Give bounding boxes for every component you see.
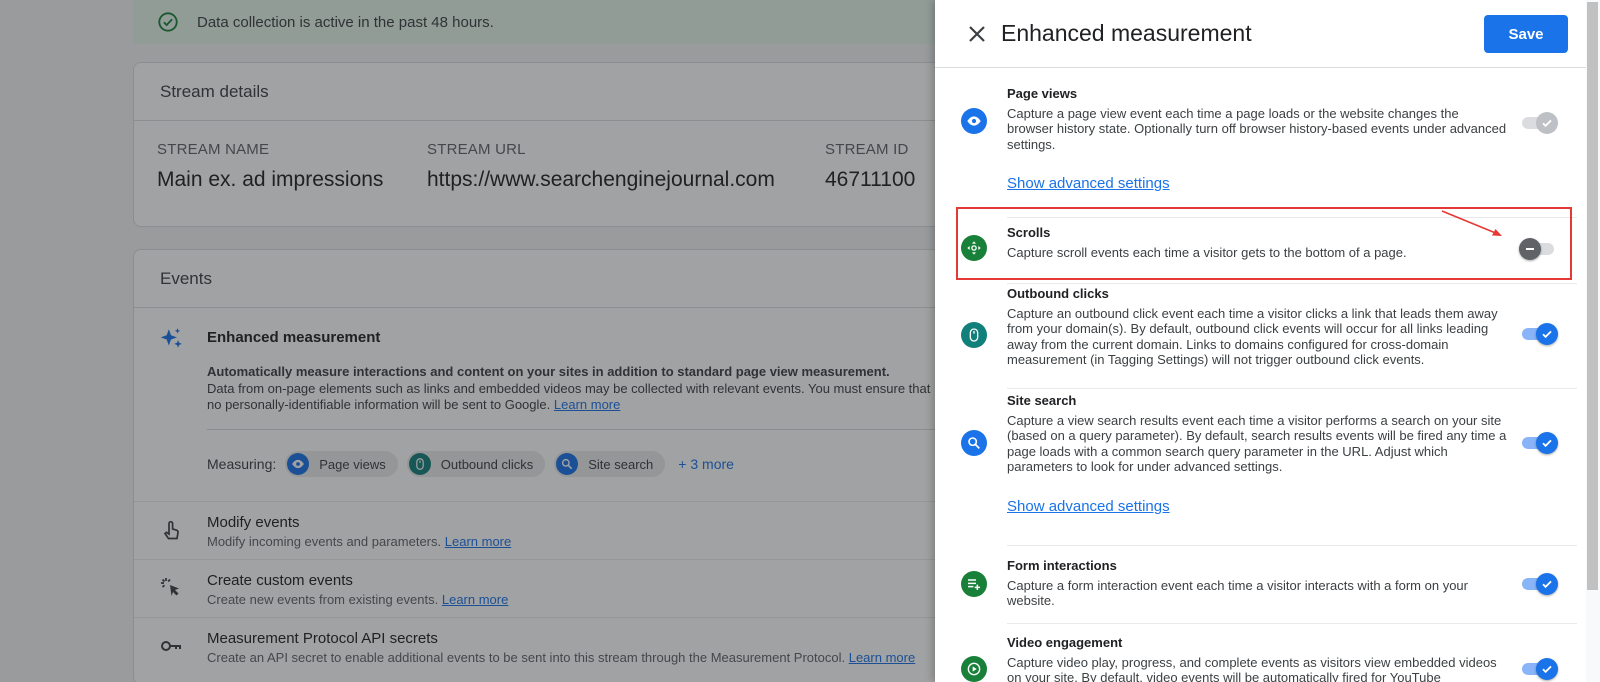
section-page-views: Page views Capture a page view event eac… [1007,86,1563,192]
divider [1007,545,1577,546]
outbound-clicks-toggle[interactable] [1520,321,1558,347]
show-advanced-settings-link[interactable]: Show advanced settings [1007,498,1170,515]
enhanced-measurement-panel: Enhanced measurement Save Page views Cap… [935,0,1600,682]
section-title: Video engagement [1007,635,1123,650]
form-interactions-toggle[interactable] [1520,571,1558,597]
show-advanced-settings-link[interactable]: Show advanced settings [1007,175,1170,192]
scrollbar-thumb[interactable] [1587,2,1598,590]
panel-header: Enhanced measurement Save [935,0,1600,68]
check-icon [1542,665,1552,674]
toggle-thumb [1536,658,1558,680]
toggle-thumb [1536,432,1558,454]
page-views-toggle[interactable] [1520,110,1558,136]
site-search-toggle[interactable] [1520,430,1558,456]
check-icon [1542,439,1552,448]
toggle-thumb [1536,573,1558,595]
close-button[interactable] [963,20,991,48]
section-site-search: Site search Capture a view search result… [1007,393,1563,515]
toggle-thumb [1536,323,1558,345]
search-icon [961,430,987,456]
toggle-thumb [1536,112,1558,134]
section-title: Site search [1007,393,1077,408]
section-description: Capture video play, progress, and comple… [1007,655,1497,682]
section-title: Outbound clicks [1007,286,1109,301]
video-engagement-toggle[interactable] [1520,656,1558,682]
section-form-interactions: Form interactions Capture a form interac… [1007,558,1563,609]
section-title: Form interactions [1007,558,1117,573]
check-icon [1542,580,1552,589]
divider [1007,623,1577,624]
section-description: Capture a page view event each time a pa… [1007,106,1507,152]
section-outbound-clicks: Outbound clicks Capture an outbound clic… [1007,286,1563,367]
modal-scrim[interactable] [0,0,935,682]
section-video-engagement: Video engagement Capture video play, pro… [1007,635,1563,682]
section-description: Capture a view search results event each… [1007,413,1507,474]
check-icon [1542,119,1552,128]
scrolls-highlight-annotation [956,207,1572,280]
panel-title: Enhanced measurement [1001,20,1252,46]
section-description: Capture an outbound click event each tim… [1007,306,1498,367]
close-icon [969,26,985,42]
divider [1007,388,1577,389]
mouse-icon [961,322,987,348]
play-icon [961,656,987,682]
save-button[interactable]: Save [1484,15,1568,53]
section-title: Page views [1007,86,1078,101]
eye-icon [961,108,987,134]
divider [1007,283,1577,284]
form-add-icon [961,571,987,597]
check-icon [1542,330,1552,339]
section-description: Capture a form interaction event each ti… [1007,578,1468,609]
